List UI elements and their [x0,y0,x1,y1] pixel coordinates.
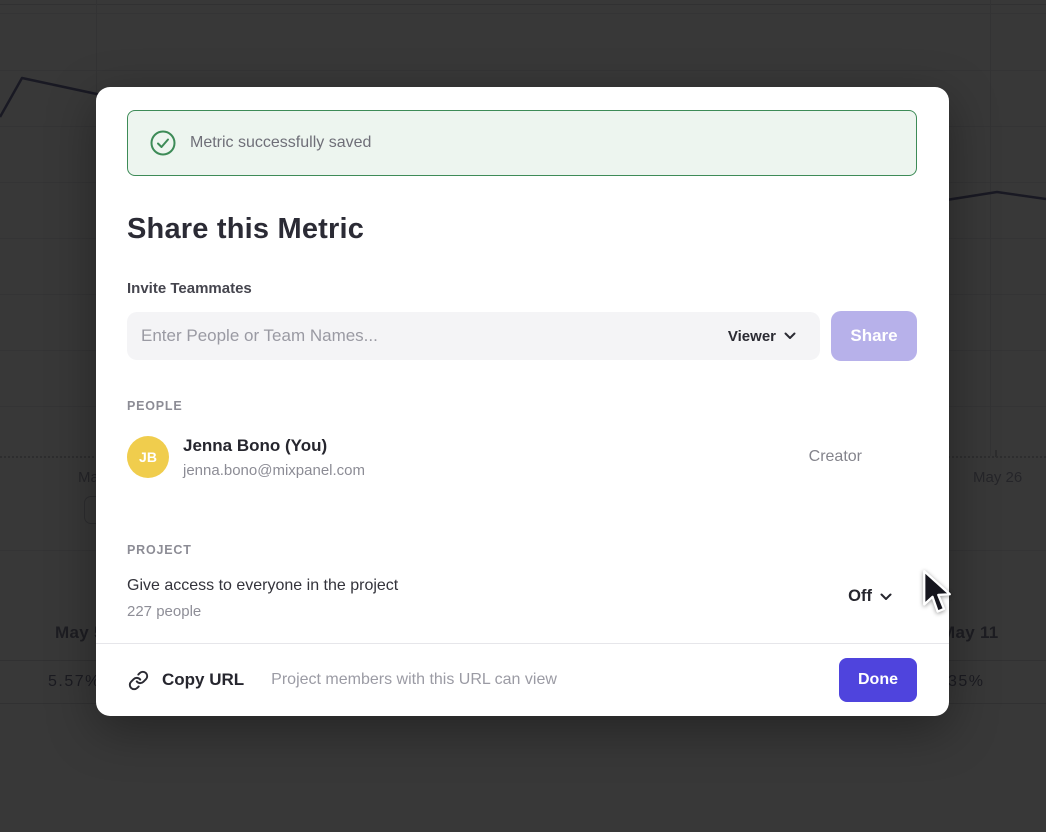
share-button[interactable]: Share [831,311,917,361]
invite-input-container: Viewer [127,312,820,360]
chevron-down-icon [880,593,892,601]
link-icon [128,670,149,691]
avatar: JB [127,436,169,478]
project-access-value: Off [848,587,872,606]
project-section-label: PROJECT [127,543,192,557]
chevron-down-icon [784,332,796,340]
modal-title: Share this Metric [127,213,364,246]
toast-message: Metric successfully saved [190,134,371,152]
invite-input[interactable] [141,326,728,346]
project-access-title: Give access to everyone in the project [127,577,398,595]
person-name: Jenna Bono (You) [183,436,809,456]
done-button[interactable]: Done [839,658,917,702]
copy-url-button[interactable]: Copy URL [128,670,244,691]
footer-hint: Project members with this URL can view [271,671,557,689]
project-access-subtitle: 227 people [127,603,201,620]
share-metric-modal: Metric successfully saved Share this Met… [96,87,949,716]
project-access-dropdown[interactable]: Off [848,587,892,606]
copy-url-label: Copy URL [162,670,244,690]
role-dropdown-value: Viewer [728,328,776,345]
people-section-label: PEOPLE [127,399,183,413]
check-circle-icon [150,130,176,156]
person-row: JB Jenna Bono (You) jenna.bono@mixpanel.… [127,433,917,481]
person-email: jenna.bono@mixpanel.com [183,462,809,479]
role-dropdown[interactable]: Viewer [728,328,796,345]
invite-teammates-label: Invite Teammates [127,280,252,297]
person-role: Creator [809,448,862,466]
person-info: Jenna Bono (You) jenna.bono@mixpanel.com [183,436,809,479]
success-toast: Metric successfully saved [127,110,917,176]
modal-footer: Copy URL Project members with this URL c… [96,643,949,716]
